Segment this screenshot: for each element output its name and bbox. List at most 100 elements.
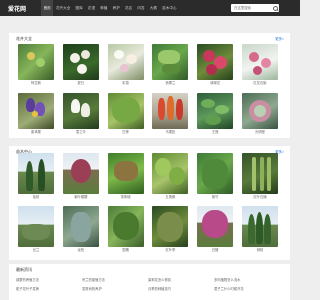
flower-thumbnail[interactable] — [18, 93, 54, 129]
seedling-caption[interactable]: 紫竹 — [197, 194, 233, 201]
seedling-card[interactable]: 丝兰 — [18, 206, 54, 254]
seedling-thumbnail[interactable] — [152, 153, 189, 194]
flower-thumbnail[interactable] — [62, 93, 99, 129]
flower-card[interactable]: 马尾松 — [152, 93, 189, 136]
flower-card[interactable]: 紫鸢尾 — [18, 93, 54, 136]
flower-caption[interactable]: 彩霞 — [108, 80, 144, 87]
search-input[interactable] — [231, 4, 272, 12]
article-link[interactable]: 多肉植物怎么浇水 — [214, 277, 274, 282]
article-link[interactable]: 栀子花叶子发黄 — [16, 286, 76, 291]
seedling-card[interactable]: 国槐 — [107, 206, 144, 254]
seedling-caption[interactable]: 茶条槭 — [108, 194, 144, 201]
seedling-card[interactable]: 龙柏 — [62, 206, 99, 254]
flower-card[interactable]: 雪之华 — [62, 93, 99, 136]
nav-item-qa[interactable]: 问答 — [135, 0, 147, 16]
flower-caption[interactable]: 紫鸢尾 — [18, 129, 54, 136]
seedling-caption[interactable]: 红叶石楠 — [242, 194, 278, 201]
flowers-more-link[interactable]: 更多> — [275, 36, 284, 41]
flower-caption[interactable]: 阿拉斯 — [18, 80, 54, 87]
flower-caption[interactable]: 光明堂 — [242, 129, 278, 136]
seedling-caption[interactable]: 丝兰 — [18, 247, 54, 254]
flower-thumbnail[interactable] — [241, 93, 278, 129]
flower-card[interactable]: 红花石斛 — [241, 44, 278, 87]
seedling-thumbnail[interactable] — [62, 153, 99, 194]
top-nav-bar: 爱花网 首页 花卉大全 图库 花语 种植 养护 花店 问答 大赛 苗木中心 — [0, 0, 300, 16]
seedling-thumbnail[interactable] — [197, 153, 234, 194]
nav-item-shop[interactable]: 花店 — [122, 0, 134, 16]
flower-card[interactable]: 白桦 — [107, 93, 144, 136]
seedling-caption[interactable]: 龙柏 — [63, 247, 99, 254]
articles-list: 绿萝的养殖方法 吊兰的繁殖方法 茉莉花怎么修剪 多肉植物怎么浇水 栀子花叶子发黄… — [16, 277, 274, 291]
flower-card[interactable]: 翡翠兰 — [152, 44, 189, 87]
seedling-card[interactable]: 红叶石楠 — [241, 153, 278, 201]
flower-caption[interactable]: 夏日 — [63, 80, 99, 87]
seedling-thumbnail[interactable] — [18, 153, 54, 194]
seedling-caption[interactable]: 五角枫 — [152, 194, 188, 201]
seedling-card[interactable]: 白蜡 — [197, 206, 234, 254]
seedling-caption[interactable]: 国槐 — [108, 247, 144, 254]
flower-card[interactable]: 绣球花 — [197, 44, 234, 87]
nav-item-language[interactable]: 花语 — [85, 0, 97, 16]
flower-caption[interactable]: 白桦 — [108, 129, 144, 136]
nav-item-care[interactable]: 养护 — [110, 0, 122, 16]
search-button[interactable] — [271, 4, 279, 12]
article-link[interactable]: 发财树的养护 — [82, 286, 142, 291]
seedling-thumbnail[interactable] — [107, 206, 144, 247]
seedling-card[interactable]: 紫叶矮樱 — [62, 153, 99, 201]
seedling-thumbnail[interactable] — [197, 206, 234, 247]
flower-thumbnail[interactable] — [241, 44, 278, 80]
seedling-card[interactable]: 侧柏 — [241, 206, 278, 254]
flower-thumbnail[interactable] — [152, 93, 189, 129]
seedling-card[interactable]: 红叶李 — [152, 206, 189, 254]
article-link[interactable]: 茉莉花怎么修剪 — [148, 277, 208, 282]
flower-thumbnail[interactable] — [62, 44, 99, 80]
nav-item-gallery[interactable]: 图库 — [73, 0, 85, 16]
flower-card[interactable]: 阿拉斯 — [18, 44, 54, 87]
flower-thumbnail[interactable] — [107, 93, 144, 129]
article-link[interactable]: 君子兰什么时候开花 — [214, 286, 274, 291]
flower-thumbnail[interactable] — [18, 44, 54, 80]
flower-card[interactable]: 夏日 — [62, 44, 99, 87]
nav-item-planting[interactable]: 种植 — [98, 0, 110, 16]
nav-item-flowers[interactable]: 花卉大全 — [53, 0, 73, 16]
search-icon — [272, 5, 278, 11]
nav-item-contest[interactable]: 大赛 — [147, 0, 159, 16]
seedling-card[interactable]: 茶条槭 — [107, 153, 144, 201]
site-logo[interactable]: 爱花网 — [8, 4, 26, 13]
seedling-caption[interactable]: 紫叶矮樱 — [63, 194, 99, 201]
seedling-card[interactable]: 桧柏 — [18, 153, 54, 201]
flower-thumbnail[interactable] — [107, 44, 144, 80]
flower-caption[interactable]: 红花石斛 — [242, 80, 278, 87]
flower-thumbnail[interactable] — [152, 44, 189, 80]
articles-panel: 最新资讯 绿萝的养殖方法 吊兰的繁殖方法 茉莉花怎么修剪 多肉植物怎么浇水 栀子… — [9, 264, 290, 300]
seedling-thumbnail[interactable] — [62, 206, 99, 247]
seedling-caption[interactable]: 白蜡 — [197, 247, 233, 254]
seedling-card[interactable]: 紫竹 — [197, 153, 234, 201]
article-link[interactable]: 吊兰的繁殖方法 — [82, 277, 142, 282]
seedling-caption[interactable]: 侧柏 — [242, 247, 278, 254]
flower-caption[interactable]: 王莲 — [197, 129, 233, 136]
flower-card[interactable]: 彩霞 — [107, 44, 144, 87]
flower-card[interactable]: 光明堂 — [241, 93, 278, 136]
seedling-caption[interactable]: 桧柏 — [18, 194, 54, 201]
flower-caption[interactable]: 绣球花 — [197, 80, 233, 87]
nav-item-seedlings[interactable]: 苗木中心 — [160, 0, 180, 16]
flower-caption[interactable]: 雪之华 — [63, 129, 99, 136]
seedlings-panel: 苗木中心 更多> 桧柏 紫叶矮樱 茶条槭 五角枫 紫竹 红叶石楠 丝兰 龙柏 国… — [9, 146, 290, 260]
seedling-thumbnail[interactable] — [241, 206, 278, 247]
seedling-caption[interactable]: 红叶李 — [152, 247, 188, 254]
seedling-card[interactable]: 五角枫 — [152, 153, 189, 201]
flower-caption[interactable]: 马尾松 — [152, 129, 188, 136]
flower-thumbnail[interactable] — [197, 44, 234, 80]
nav-item-home[interactable]: 首页 — [41, 0, 54, 16]
article-link[interactable]: 月季的种植技巧 — [148, 286, 208, 291]
seedling-thumbnail[interactable] — [18, 206, 54, 247]
seedling-thumbnail[interactable] — [107, 153, 144, 194]
flowers-panel-title: 花卉大全 — [16, 36, 32, 41]
flower-card[interactable]: 王莲 — [197, 93, 234, 136]
seedling-thumbnail[interactable] — [152, 206, 189, 247]
article-link[interactable]: 绿萝的养殖方法 — [16, 277, 76, 282]
seedling-thumbnail[interactable] — [241, 153, 278, 194]
flower-caption[interactable]: 翡翠兰 — [152, 80, 188, 87]
flower-thumbnail[interactable] — [197, 93, 234, 129]
